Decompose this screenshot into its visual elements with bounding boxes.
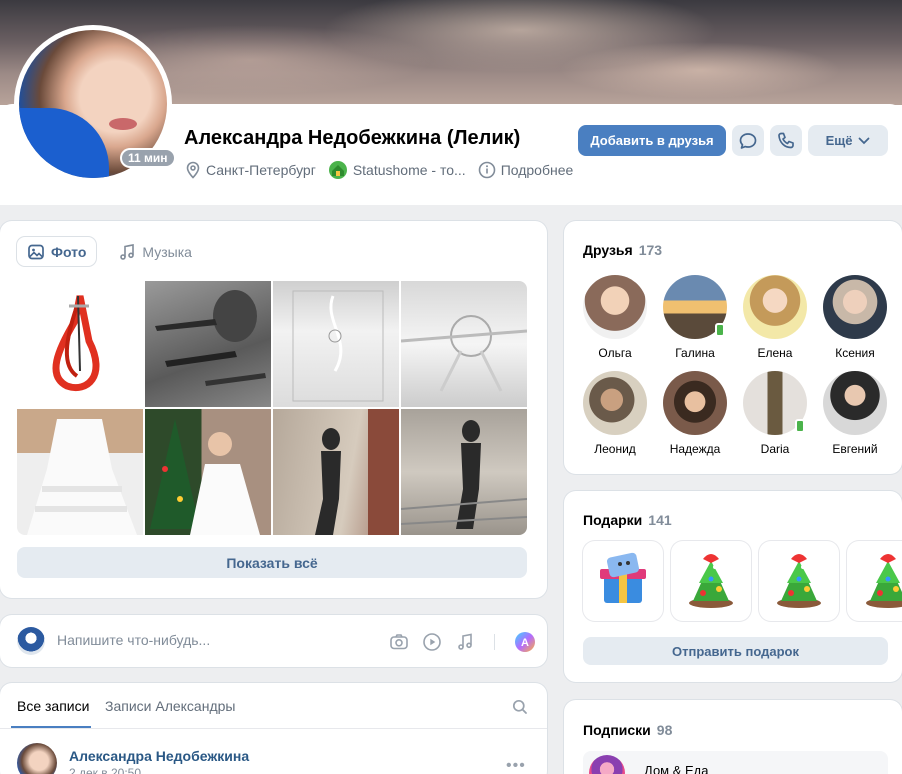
- app-house-icon: [328, 160, 348, 180]
- composer-tools: A: [389, 631, 536, 653]
- online-status-badge: 11 мин: [120, 148, 176, 168]
- media-tabs: Фото Музыка: [17, 237, 202, 266]
- camera-icon[interactable]: [389, 632, 409, 652]
- chat-bubble-icon: [738, 131, 758, 151]
- show-all-button[interactable]: Показать всё: [17, 547, 527, 578]
- post-date[interactable]: 2 дек в 20:50: [69, 766, 141, 774]
- profile-name: Александра Недобежкина (Лелик): [184, 127, 521, 149]
- friend-item[interactable]: Леонид: [575, 371, 655, 456]
- friend-avatar: [583, 371, 647, 435]
- friends-title: Друзья: [583, 242, 633, 258]
- tabs-divider: [0, 728, 547, 729]
- video-play-icon[interactable]: [422, 632, 442, 652]
- tab-music-label: Музыка: [142, 243, 192, 260]
- friend-avatar: [823, 371, 887, 435]
- photo-grid: [17, 281, 527, 535]
- image-icon: [27, 243, 45, 261]
- gift-box-icon: [596, 551, 650, 612]
- christmas-tree-icon: [860, 549, 902, 614]
- status-app-label: Statushome - то...: [352, 162, 466, 178]
- tab-all-posts[interactable]: Все записи: [17, 698, 89, 714]
- mobile-online-icon: [795, 419, 805, 433]
- photo-thumbnail[interactable]: [145, 281, 271, 407]
- post-author-name[interactable]: Александра Недобежкина: [69, 748, 249, 764]
- community-name: Дом & Еда: [644, 763, 709, 774]
- tab-user-posts[interactable]: Записи Александры: [105, 698, 235, 714]
- friend-avatar: [583, 275, 647, 339]
- location-pin-icon: [185, 161, 201, 179]
- more-button[interactable]: Ещё: [808, 125, 888, 156]
- music-note-icon[interactable]: [455, 632, 475, 652]
- mobile-online-icon: [715, 323, 725, 337]
- christmas-tree-icon: [683, 549, 739, 614]
- friend-item[interactable]: Галина: [655, 275, 735, 360]
- friend-item[interactable]: Евгений: [815, 371, 895, 456]
- friend-item[interactable]: Елена: [735, 275, 815, 360]
- call-button[interactable]: [770, 125, 802, 156]
- city-label: Санкт-Петербург: [206, 162, 316, 178]
- friend-name: Ксения: [835, 346, 875, 360]
- send-gift-button[interactable]: Отправить подарок: [583, 637, 888, 665]
- details-link[interactable]: Подробнее: [478, 161, 574, 179]
- svg-text:A: A: [521, 637, 529, 649]
- add-friend-button[interactable]: Добавить в друзья: [578, 125, 726, 156]
- photo-thumbnail[interactable]: [401, 409, 527, 535]
- tab-photos[interactable]: Фото: [17, 237, 97, 266]
- ai-assistant-icon[interactable]: A: [514, 631, 536, 653]
- friend-avatar: [663, 371, 727, 435]
- friend-avatar: [663, 275, 727, 339]
- gift-item[interactable]: [759, 541, 839, 621]
- friend-item[interactable]: Надежда: [655, 371, 735, 456]
- subscriptions-count: 98: [656, 722, 673, 738]
- details-label: Подробнее: [500, 162, 574, 178]
- friend-item[interactable]: Ольга: [575, 275, 655, 360]
- user-avatar[interactable]: [17, 627, 45, 655]
- music-note-icon: [118, 243, 136, 261]
- friend-name: Евгений: [832, 442, 878, 456]
- city-item[interactable]: Санкт-Петербург: [185, 161, 316, 179]
- gifts-count: 141: [648, 512, 672, 528]
- tab-photos-label: Фото: [51, 243, 87, 260]
- photo-thumbnail[interactable]: [273, 281, 399, 407]
- profile-meta: Санкт-Петербург Statushome - то... Подро…: [185, 160, 573, 180]
- more-label: Ещё: [825, 133, 853, 148]
- christmas-tree-icon: [771, 549, 827, 614]
- friends-header[interactable]: Друзья 173: [583, 242, 662, 258]
- friend-name: Ольга: [598, 346, 632, 360]
- divider: [494, 634, 495, 650]
- subscriptions-header[interactable]: Подписки 98: [583, 722, 672, 738]
- tab-music[interactable]: Музыка: [108, 237, 202, 266]
- status-app-item[interactable]: Statushome - то...: [328, 160, 466, 180]
- post-input[interactable]: Напишите что-нибудь...: [57, 632, 210, 648]
- photo-thumbnail[interactable]: [273, 409, 399, 535]
- friend-avatar: [823, 275, 887, 339]
- gift-item[interactable]: [671, 541, 751, 621]
- gift-item[interactable]: [583, 541, 663, 621]
- chevron-down-icon: [858, 137, 870, 145]
- subscription-item[interactable]: [583, 751, 888, 774]
- phone-icon: [776, 131, 796, 151]
- search-icon[interactable]: [512, 699, 528, 720]
- friend-avatar: [743, 275, 807, 339]
- friend-name: Елена: [757, 346, 793, 360]
- friend-avatar: [743, 371, 807, 435]
- info-icon: [478, 161, 496, 179]
- photo-thumbnail[interactable]: [145, 409, 271, 535]
- message-button[interactable]: [732, 125, 764, 156]
- gift-item[interactable]: [847, 541, 902, 621]
- photo-thumbnail[interactable]: [17, 409, 143, 535]
- friend-item[interactable]: Daria: [735, 371, 815, 456]
- friend-item[interactable]: Ксения: [815, 275, 895, 360]
- friends-count: 173: [638, 242, 663, 258]
- subscriptions-title: Подписки: [583, 722, 651, 738]
- friend-name: Леонид: [594, 442, 636, 456]
- post-menu-icon[interactable]: •••: [506, 757, 526, 774]
- friend-name: Daria: [760, 442, 790, 456]
- gifts-title: Подарки: [583, 512, 643, 528]
- friend-name: Галина: [675, 346, 715, 360]
- photo-thumbnail[interactable]: [17, 281, 143, 407]
- friend-name: Надежда: [669, 442, 721, 456]
- photo-thumbnail[interactable]: [401, 281, 527, 407]
- gifts-header[interactable]: Подарки 141: [583, 512, 672, 528]
